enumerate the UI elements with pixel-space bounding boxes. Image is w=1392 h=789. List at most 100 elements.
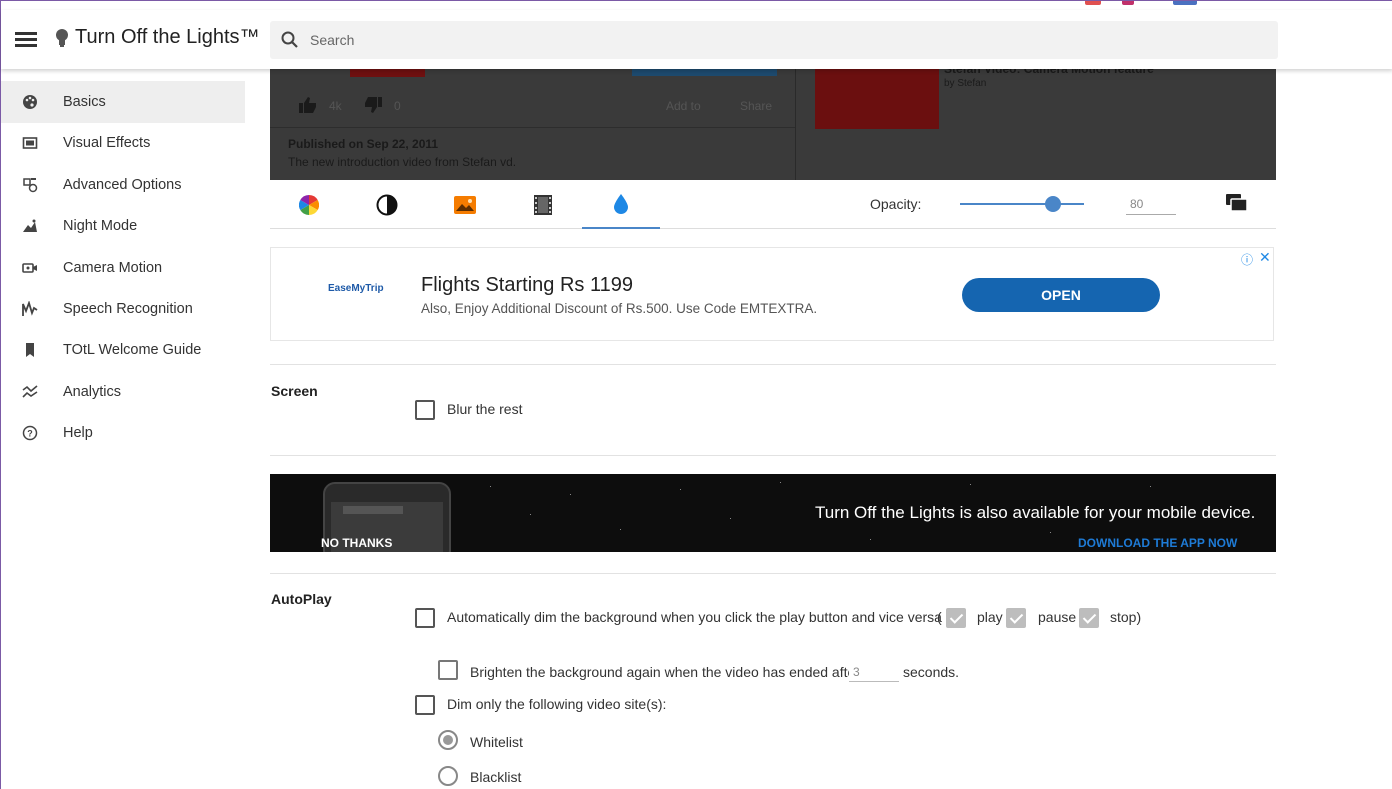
favicon-pink [1122, 1, 1134, 5]
color-wheel-icon [299, 194, 319, 215]
ad-logo: EaseMyTrip [328, 283, 384, 294]
whitelist-label: Whitelist [470, 734, 523, 750]
add-to-button[interactable]: Add to [666, 99, 701, 113]
share-button[interactable]: Share [740, 99, 772, 113]
brighten-label: Brighten the background again when the v… [470, 664, 860, 680]
hamburger-menu-icon[interactable] [15, 30, 37, 48]
section-title-autoplay: AutoPlay [271, 591, 332, 607]
sidebar-item-label: Help [63, 425, 93, 441]
related-video-author: by Stefan [944, 78, 987, 89]
video-description: The new introduction video from Stefan v… [288, 155, 517, 169]
sidebar-item-camera-motion[interactable]: Camera Motion [1, 247, 245, 289]
preview-separator [270, 127, 795, 128]
dislikes-count: 0 [394, 99, 401, 113]
mobile-app-banner[interactable]: Turn Off the Lights is also available fo… [270, 474, 1276, 552]
no-thanks-button[interactable]: NO THANKS [321, 536, 392, 550]
opacity-drop-icon [614, 193, 628, 214]
preview-divider [795, 69, 796, 180]
palette-icon [21, 93, 39, 111]
pause-checkbox[interactable] [1006, 608, 1026, 628]
pause-label: pause [1038, 609, 1077, 625]
download-app-link[interactable]: DOWNLOAD THE APP NOW [1078, 536, 1237, 550]
bookmark-icon [21, 341, 39, 359]
speech-icon [21, 300, 39, 318]
sidebar-item-advanced-options[interactable]: Advanced Options [1, 164, 245, 206]
sidebar-item-label: Analytics [63, 384, 122, 400]
app-title: Turn Off the Lights™ [75, 26, 260, 48]
visual-effects-icon [21, 134, 39, 152]
analytics-icon [21, 383, 39, 401]
video-thumbnail-strip [350, 69, 425, 77]
search-input[interactable] [310, 21, 1210, 59]
ad-info-icon[interactable]: ⓘ [1241, 251, 1253, 268]
related-video-thumbnail[interactable] [815, 69, 939, 129]
sidebar-item-label: Camera Motion [63, 260, 163, 276]
search-icon[interactable] [280, 30, 300, 50]
help-icon: ? [21, 424, 39, 442]
brighten-seconds-input[interactable] [849, 662, 899, 682]
image-icon [454, 195, 476, 214]
tab-film[interactable] [504, 180, 582, 229]
thumbs-down-icon[interactable] [364, 97, 382, 113]
browser-top-strip [1, 1, 1392, 10]
sidebar-item-analytics[interactable]: Analytics [1, 371, 245, 413]
auto-dim-checkbox[interactable] [415, 608, 435, 628]
video-preview: 4k 0 Add to Share Published on Sep 22, 2… [270, 62, 1276, 180]
opacity-value-input[interactable] [1126, 193, 1176, 215]
copy-layers-icon[interactable] [1226, 194, 1248, 212]
sidebar-item-label: Visual Effects [63, 135, 151, 151]
subscribe-strip [632, 69, 777, 76]
sidebar-item-basics[interactable]: Basics [1, 81, 245, 123]
divider [270, 455, 1276, 456]
seconds-label: seconds. [903, 664, 960, 680]
sidebar-item-visual-effects[interactable]: Visual Effects [1, 122, 245, 164]
sidebar-item-totl-welcome-guide[interactable]: TOtL Welcome Guide [1, 329, 245, 371]
ad-close-icon[interactable]: ✕ [1259, 249, 1271, 266]
blacklist-radio[interactable] [438, 766, 458, 786]
opacity-label: Opacity: [870, 196, 922, 212]
favicon-blue [1173, 1, 1197, 5]
tab-image[interactable] [426, 180, 504, 229]
sidebar-item-help[interactable]: ? Help [1, 412, 245, 454]
film-icon [534, 194, 552, 215]
whitelist-radio[interactable] [438, 730, 458, 750]
advanced-options-icon [21, 176, 39, 194]
brighten-checkbox[interactable] [438, 660, 458, 680]
ad-subtitle: Also, Enjoy Additional Discount of Rs.50… [421, 301, 818, 316]
search-box[interactable] [270, 21, 1278, 59]
camera-icon [21, 259, 39, 277]
sidebar-item-label: Basics [63, 94, 106, 110]
published-date: Published on Sep 22, 2011 [288, 137, 439, 151]
ad-banner[interactable]: EaseMyTrip Flights Starting Rs 1199 Also… [270, 247, 1274, 341]
stop-checkbox[interactable] [1079, 608, 1099, 628]
sidebar-item-label: Night Mode [63, 218, 138, 234]
dim-only-checkbox[interactable] [415, 695, 435, 715]
tab-color[interactable] [270, 180, 348, 229]
svg-text:?: ? [27, 429, 33, 439]
sidebar-item-label: Advanced Options [63, 177, 182, 193]
app-header: Turn Off the Lights™ [1, 10, 1392, 69]
sidebar-item-label: TOtL Welcome Guide [63, 342, 202, 358]
ad-title: Flights Starting Rs 1199 [421, 274, 633, 296]
sidebar: Basics Visual Effects Advanced Options N… [1, 69, 245, 789]
sidebar-item-speech-recognition[interactable]: Speech Recognition [1, 288, 245, 330]
blur-rest-checkbox[interactable] [415, 400, 435, 420]
favicon-red [1085, 1, 1101, 5]
opacity-slider[interactable] [960, 196, 1084, 212]
play-label: play [977, 609, 1003, 625]
effects-toolbar: Opacity: [270, 180, 1276, 229]
opacity-slider-thumb[interactable] [1045, 196, 1061, 212]
blacklist-label: Blacklist [470, 769, 522, 785]
thumbs-up-icon[interactable] [299, 97, 317, 113]
play-checkbox[interactable] [946, 608, 966, 628]
divider [270, 364, 1276, 365]
open-paren: ( [937, 609, 942, 625]
section-title-screen: Screen [271, 383, 318, 399]
ad-open-button[interactable]: OPEN [962, 278, 1160, 312]
lightbulb-logo-icon [56, 29, 68, 47]
likes-count: 4k [329, 99, 342, 113]
tab-contrast[interactable] [348, 180, 426, 229]
tab-opacity[interactable] [582, 180, 660, 229]
sidebar-item-night-mode[interactable]: Night Mode [1, 205, 245, 247]
stop-label: stop) [1110, 609, 1142, 625]
